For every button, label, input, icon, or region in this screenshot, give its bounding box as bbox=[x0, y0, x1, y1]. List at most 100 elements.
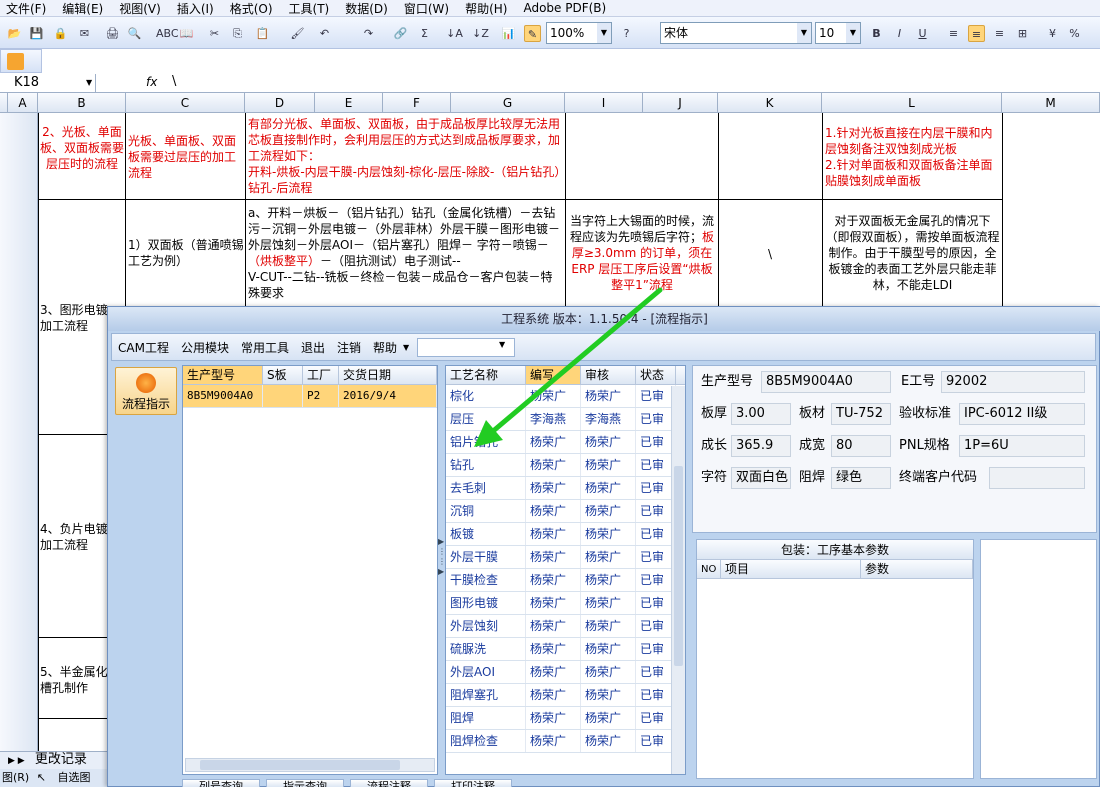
col-param[interactable]: 参数 bbox=[861, 560, 973, 578]
splitter-handle[interactable]: ▶ ⋮ ⋮ ▶ bbox=[438, 537, 446, 597]
bold-icon[interactable]: B bbox=[868, 25, 885, 42]
col-header-b[interactable]: B bbox=[38, 93, 126, 113]
vertical-scrollbar[interactable] bbox=[671, 386, 685, 774]
font-name-select[interactable]: 宋体 ▼ bbox=[660, 22, 812, 44]
scroll-tabs-icon[interactable]: ▶ ▶ bbox=[0, 756, 25, 766]
cell-c-row2[interactable]: 1）双面板（普通喷锡工艺为例） bbox=[128, 237, 244, 269]
table-row[interactable]: 阻焊检查 杨荣广 杨荣广 已审 bbox=[446, 730, 685, 753]
table-row[interactable]: 外层干膜 杨荣广 杨荣广 已审 bbox=[446, 546, 685, 569]
merge-center-icon[interactable]: ⊞ bbox=[1014, 25, 1031, 42]
align-center-icon[interactable]: ≡ bbox=[968, 25, 985, 42]
col-header-f[interactable]: F bbox=[383, 93, 451, 113]
cell-b-row3[interactable]: 3、图形电镀 加工流程 bbox=[40, 302, 108, 334]
cell-b-row4[interactable]: 4、负片电镀 加工流程 bbox=[40, 521, 108, 553]
table-row[interactable]: 图形电镀 杨荣广 杨荣广 已审 bbox=[446, 592, 685, 615]
scrollbar-thumb[interactable] bbox=[674, 466, 683, 666]
spelling-icon[interactable]: ABC bbox=[156, 25, 179, 42]
table-row[interactable]: 硫脲洗 杨荣广 杨荣广 已审 bbox=[446, 638, 685, 661]
print-icon[interactable]: 🖨 bbox=[104, 25, 121, 42]
draw-menu[interactable]: 图(R) bbox=[0, 771, 29, 784]
email-icon[interactable]: ✉ bbox=[76, 25, 93, 42]
col-header-e[interactable]: E bbox=[315, 93, 383, 113]
cell-b-row1[interactable]: 2、光板、单面板、双面板需要层压时的流程 bbox=[40, 124, 124, 172]
align-left-icon[interactable]: ≡ bbox=[945, 25, 962, 42]
col-status[interactable]: 状态 bbox=[636, 366, 676, 384]
table-row[interactable]: 阻焊塞孔 杨荣广 杨荣广 已审 bbox=[446, 684, 685, 707]
legend-field[interactable]: 双面白色 bbox=[731, 467, 791, 489]
print-note-button[interactable]: 打印注释 bbox=[434, 779, 512, 787]
pnl-field[interactable]: 1P=6U bbox=[959, 435, 1085, 457]
chart-wizard-icon[interactable]: 📊 bbox=[500, 25, 517, 42]
menu-common-tools[interactable]: 常用工具 bbox=[235, 339, 295, 356]
sort-descending-icon[interactable]: ↓Z bbox=[472, 25, 489, 42]
hyperlink-icon[interactable]: 🔗 bbox=[392, 25, 409, 42]
menu-exit[interactable]: 退出 bbox=[295, 339, 331, 356]
row-headers[interactable] bbox=[0, 113, 38, 753]
material-field[interactable]: TU-752 bbox=[831, 403, 891, 425]
col-process-name[interactable]: 工艺名称 bbox=[446, 366, 526, 384]
menu-data[interactable]: 数据(D) bbox=[339, 0, 398, 17]
align-right-icon[interactable]: ≡ bbox=[991, 25, 1008, 42]
table-row[interactable]: 棕化 杨荣广 杨荣广 已审 bbox=[446, 385, 685, 408]
redo-icon[interactable]: ↷ bbox=[360, 25, 377, 42]
cell-i-row2[interactable]: 当字符上大锡面的时候，流程应该为先喷锡后字符；板厚≥3.0mm 的订单，须在ER… bbox=[567, 213, 717, 293]
percent-icon[interactable]: % bbox=[1066, 25, 1083, 42]
horizontal-scrollbar[interactable] bbox=[185, 758, 435, 772]
table-row[interactable]: 外层蚀刻 杨荣广 杨荣广 已审 bbox=[446, 615, 685, 638]
toolbar-app-icon[interactable] bbox=[7, 53, 24, 70]
menu-edit[interactable]: 编辑(E) bbox=[56, 0, 113, 17]
autosum-icon[interactable]: Σ bbox=[416, 25, 433, 42]
drawing-icon[interactable]: ✎ bbox=[524, 25, 541, 42]
menu-adobe-pdf[interactable]: Adobe PDF(B) bbox=[517, 1, 616, 15]
menu-file[interactable]: 文件(F) bbox=[0, 0, 56, 17]
cut-icon[interactable]: ✂ bbox=[206, 25, 223, 42]
font-size-select[interactable]: 10 ▼ bbox=[815, 22, 861, 44]
menu-common-module[interactable]: 公用模块 bbox=[175, 339, 235, 356]
undo-icon[interactable]: ↶ bbox=[316, 25, 333, 42]
currency-icon[interactable]: ¥ bbox=[1044, 25, 1061, 42]
col-header-l[interactable]: L bbox=[822, 93, 1002, 113]
sheet-tab-change-log[interactable]: 更改记录 bbox=[29, 752, 87, 767]
menu-help[interactable]: 帮助 bbox=[367, 339, 403, 356]
scrollbar-thumb[interactable] bbox=[200, 760, 400, 770]
menu-view[interactable]: 视图(V) bbox=[113, 0, 171, 17]
help-icon[interactable]: ? bbox=[618, 25, 635, 42]
cell-b-row5[interactable]: 5、半金属化 槽孔制作 bbox=[40, 664, 108, 696]
menu-tools[interactable]: 工具(T) bbox=[283, 0, 340, 17]
col-model[interactable]: 生产型号 bbox=[183, 366, 263, 384]
col-delivery-date[interactable]: 交货日期 bbox=[339, 366, 437, 384]
table-row[interactable]: 干膜检查 杨荣广 杨荣广 已审 bbox=[446, 569, 685, 592]
table-row[interactable]: 沉铜 杨荣广 杨荣广 已审 bbox=[446, 500, 685, 523]
cell-c-row1[interactable]: 光板、单面板、双面板需要过层压的加工流程 bbox=[128, 133, 244, 181]
menu-cam[interactable]: CAM工程 bbox=[112, 339, 175, 356]
permission-icon[interactable]: 🔒 bbox=[52, 25, 69, 42]
menu-format[interactable]: 格式(O) bbox=[224, 0, 283, 17]
model-field[interactable]: 8B5M9004A0 bbox=[761, 371, 891, 393]
format-painter-icon[interactable]: 🖌 bbox=[289, 25, 306, 42]
research-icon[interactable]: 📖 bbox=[178, 25, 195, 42]
cursor-icon[interactable]: ↖ bbox=[33, 771, 46, 784]
table-row[interactable]: 板镀 杨荣广 杨荣广 已审 bbox=[446, 523, 685, 546]
col-header-g[interactable]: G bbox=[451, 93, 565, 113]
menu-logout[interactable]: 注销 bbox=[331, 339, 367, 356]
col-item[interactable]: 项目 bbox=[721, 560, 861, 578]
thickness-field[interactable]: 3.00 bbox=[731, 403, 791, 425]
table-row[interactable]: 钻孔 杨荣广 杨荣广 已审 bbox=[446, 454, 685, 477]
col-header-a[interactable]: A bbox=[8, 93, 38, 113]
window-title[interactable]: 工程系统 版本：1.1.50.4 - [流程指示] bbox=[108, 307, 1100, 331]
col-header-j[interactable]: J bbox=[643, 93, 718, 113]
function-icon[interactable]: fx bbox=[146, 75, 157, 89]
standard-field[interactable]: IPC-6012 II级 bbox=[959, 403, 1085, 425]
col-author[interactable]: 编写 bbox=[526, 366, 581, 384]
length-field[interactable]: 365.9 bbox=[731, 435, 791, 457]
col-reviewer[interactable]: 审核 bbox=[581, 366, 636, 384]
table-row[interactable]: 去毛刺 杨荣广 杨荣广 已审 bbox=[446, 477, 685, 500]
print-preview-icon[interactable]: 🔍 bbox=[126, 25, 143, 42]
menu-help[interactable]: 帮助(H) bbox=[459, 0, 517, 17]
process-guide-button[interactable]: 流程指示 bbox=[115, 367, 177, 415]
col-header-k[interactable]: K bbox=[718, 93, 822, 113]
zoom-select[interactable]: 100% ▼ bbox=[546, 22, 612, 44]
cell-l-row2[interactable]: 对于双面板无金属孔的情况下（即假双面板），需按单面板流程制作。由于干膜型号的原因… bbox=[825, 213, 1000, 293]
table-row[interactable]: 外层AOI 杨荣广 杨荣广 已审 bbox=[446, 661, 685, 684]
col-header-c[interactable]: C bbox=[126, 93, 245, 113]
